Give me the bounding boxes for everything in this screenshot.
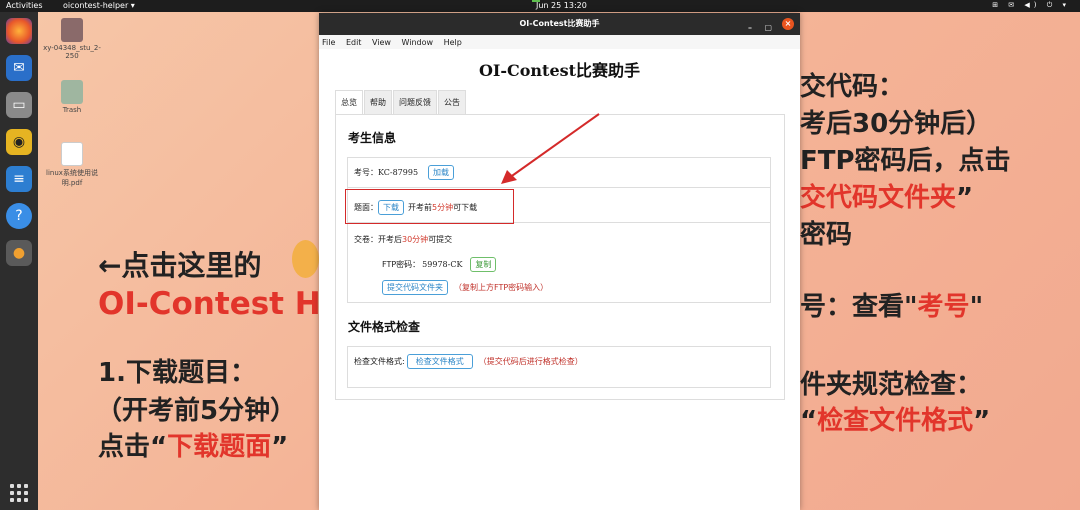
firefox-icon[interactable] — [6, 18, 32, 44]
ftp-label: FTP密码： — [382, 260, 421, 269]
minimize-icon[interactable]: – — [748, 17, 752, 39]
bg-quote-close: ” — [271, 432, 289, 462]
menu-edit[interactable]: Edit — [346, 38, 362, 47]
thunderbird-icon[interactable]: ✉ — [6, 55, 32, 81]
submit-folder-button[interactable]: 提交代码文件夹 — [382, 280, 448, 295]
bg-text-left-3: 1.下载题目： — [98, 358, 256, 388]
file-check-box: 检查文件格式: 检查文件格式 （提交代码后进行格式检查） — [347, 346, 771, 388]
menu-help[interactable]: Help — [444, 38, 462, 47]
bg-check-highlight: 检查文件格式 — [817, 406, 974, 436]
oicontest-icon[interactable]: ● — [6, 240, 32, 266]
bg-id-prefix: 号：查看" — [800, 292, 918, 322]
submit-time: 30分钟 — [402, 235, 429, 244]
top-bar: Activities oicontest-helper ▾ Jun 25 13:… — [0, 0, 1080, 12]
clock[interactable]: Jun 25 13:20 — [536, 1, 587, 10]
exam-id-row: 考号： KC-87995 加载 — [354, 165, 455, 180]
submit-label: 交卷：开考后 — [354, 235, 402, 244]
pdf-file-label: linux系统使用说明.pdf — [46, 169, 98, 187]
maximize-icon[interactable]: ▢ — [764, 17, 772, 39]
bg-download-highlight: 下载题面 — [167, 432, 272, 462]
app-window: OI-Contest比赛助手 – ▢ × File Edit View Wind… — [319, 13, 800, 510]
submit-folder-hint: （复制上方FTP密码输入） — [454, 283, 549, 292]
bg-text-right-1: 交代码： — [800, 72, 905, 102]
bg-id-highlight: 考号 — [917, 292, 970, 322]
menu-file[interactable]: File — [322, 38, 335, 47]
exam-id-label: 考号： — [354, 168, 378, 177]
menu-window[interactable]: Window — [402, 38, 434, 47]
trash-label: Trash — [62, 106, 82, 114]
check-label: 检查文件格式: — [354, 357, 405, 366]
bg-text-right-6: 号：查看"考号" — [800, 286, 983, 323]
load-button[interactable]: 加载 — [428, 165, 455, 180]
show-apps-icon[interactable] — [10, 484, 28, 502]
file-check-row: 检查文件格式: 检查文件格式 （提交代码后进行格式检查） — [354, 354, 583, 369]
bg-text-right-8: “检查文件格式” — [800, 400, 990, 437]
exam-id-value: KC-87995 — [378, 168, 419, 177]
tab-feedback[interactable]: 问题反馈 — [393, 90, 437, 115]
writer-icon[interactable]: ≡ — [6, 166, 32, 192]
desktop-folder-label: xy-04348_stu_2-250 — [43, 44, 101, 60]
check-format-hint: （提交代码后进行格式检查） — [478, 357, 583, 366]
help-icon[interactable]: ? — [6, 203, 32, 229]
menu-bar: File Edit View Window Help — [319, 35, 800, 49]
bg-text-right-7: 件夹规范检查： — [800, 370, 983, 400]
bg-quote-close-r2: ” — [973, 406, 991, 436]
submit-suffix: 可提交 — [428, 235, 453, 244]
bg-text-right-4: 交代码文件夹” — [800, 177, 973, 214]
bg-text-left-1: ←点击这里的 — [98, 249, 262, 282]
bg-text-right-3: FTP密码后，点击 — [800, 146, 1011, 176]
dock: ✉ ▭ ◉ ≡ ? ● — [0, 12, 38, 510]
submit-folder-row: 提交代码文件夹 （复制上方FTP密码输入） — [378, 280, 548, 295]
check-format-button[interactable]: 检查文件格式 — [406, 354, 473, 369]
files-icon[interactable]: ▭ — [6, 92, 32, 118]
ftp-row: FTP密码： 59978-CK 复制 — [382, 257, 497, 272]
system-tray[interactable]: ⊞ ✉ ◀) ⏻ ▾ — [992, 1, 1070, 10]
bg-quote-close-r: ” — [956, 183, 974, 213]
annotation-arrow-icon — [501, 113, 600, 184]
submit-row: 交卷：开考后 30分钟 可提交 — [354, 234, 452, 245]
rhythmbox-icon[interactable]: ◉ — [6, 129, 32, 155]
copy-button[interactable]: 复制 — [470, 257, 497, 272]
close-icon[interactable]: × — [782, 18, 794, 30]
annotation-highlight-box — [345, 189, 514, 224]
bg-text-right-5: 密码 — [800, 220, 853, 250]
tab-bar: 总览 帮助 问题反馈 公告 — [335, 90, 467, 115]
ftp-value: 59978-CK — [422, 260, 463, 269]
section-student-info: 考生信息 — [348, 131, 397, 145]
bg-quote-open-r: “ — [800, 406, 818, 436]
bg-text-left-2: OI-Contest H — [98, 286, 321, 322]
bg-folder-highlight: 交代码文件夹 — [800, 183, 957, 213]
app-heading: OI-Contest比赛助手 — [478, 61, 641, 80]
bg-id-suffix: " — [969, 292, 984, 322]
tab-overview[interactable]: 总览 — [335, 90, 363, 115]
desktop-folder-icon[interactable]: xy-04348_stu_2-250 — [42, 18, 102, 60]
activities-button[interactable]: Activities — [6, 1, 43, 10]
trash-icon[interactable]: Trash — [42, 80, 102, 114]
window-titlebar[interactable]: OI-Contest比赛助手 – ▢ × — [319, 13, 800, 35]
bg-text-left-4: （开考前5分钟） — [96, 396, 297, 426]
tab-help[interactable]: 帮助 — [364, 90, 392, 115]
bg-quote-open: 点击“ — [98, 432, 168, 462]
app-menu[interactable]: oicontest-helper ▾ — [63, 1, 135, 10]
window-title: OI-Contest比赛助手 — [519, 19, 600, 28]
pdf-file-icon[interactable]: linux系统使用说明.pdf — [42, 142, 102, 188]
bg-text-right-2: 考后30分钟后） — [800, 109, 993, 139]
tab-announcements[interactable]: 公告 — [438, 90, 466, 115]
oicontest-logo-icon — [292, 240, 319, 278]
section-file-check: 文件格式检查 — [348, 320, 421, 334]
menu-view[interactable]: View — [372, 38, 391, 47]
bg-text-left-5: 点击“下载题面” — [98, 426, 288, 463]
